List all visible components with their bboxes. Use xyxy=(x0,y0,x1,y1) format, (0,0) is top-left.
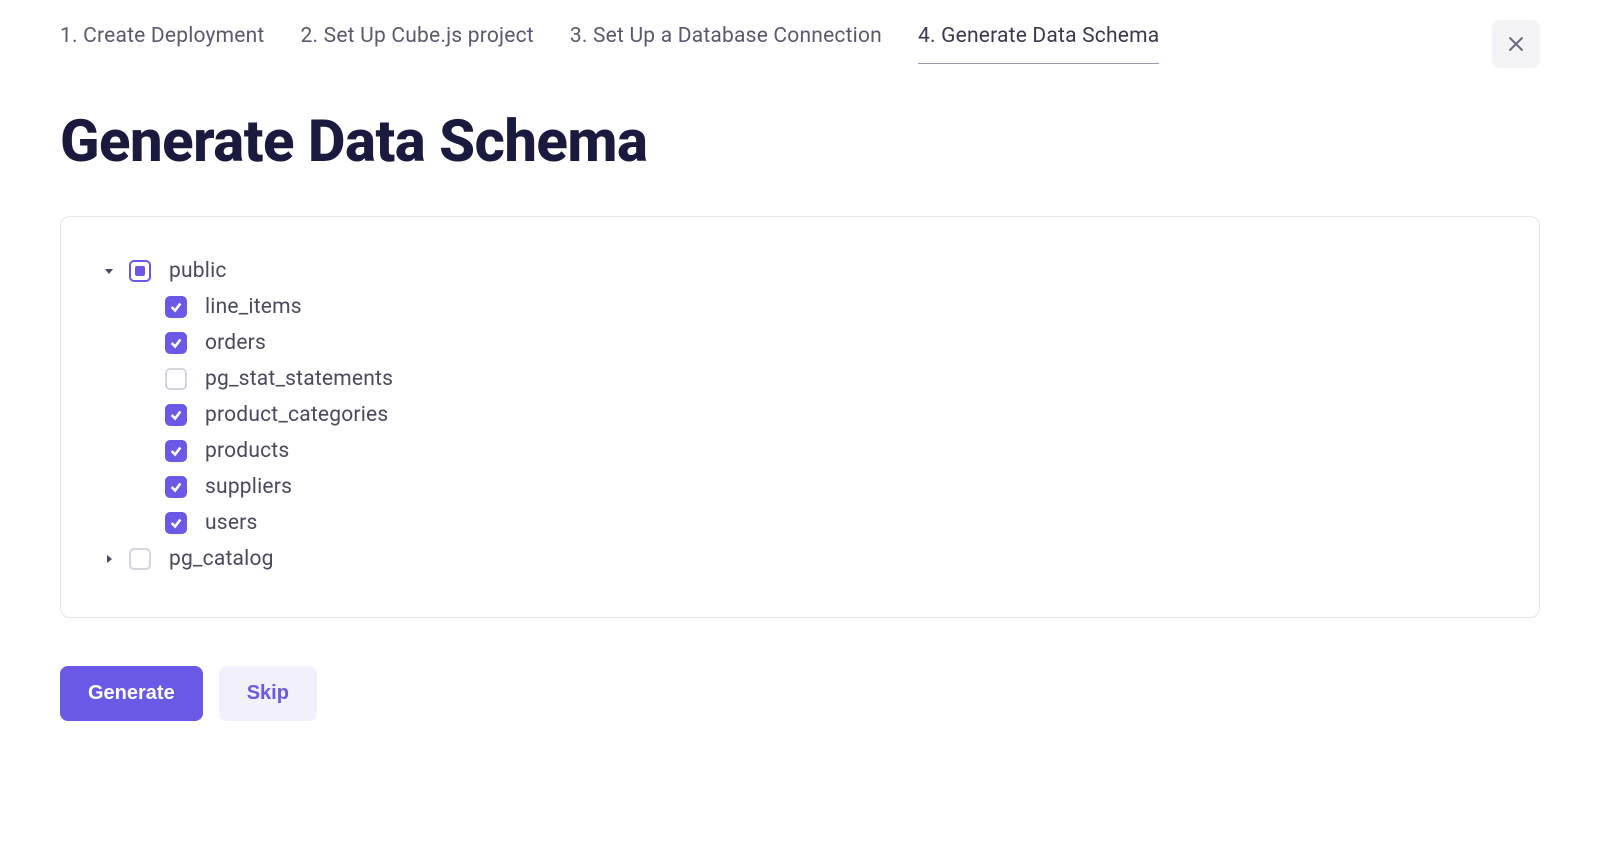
caret-down-icon[interactable] xyxy=(101,263,117,279)
checkbox-schema-public[interactable] xyxy=(129,260,151,282)
table-row-products[interactable]: products xyxy=(101,433,1499,469)
close-icon xyxy=(1507,35,1525,53)
check-icon xyxy=(169,444,183,458)
check-icon xyxy=(169,300,183,314)
table-row-suppliers[interactable]: suppliers xyxy=(101,469,1499,505)
check-icon xyxy=(169,408,183,422)
table-row-orders[interactable]: orders xyxy=(101,325,1499,361)
step-setup-cubejs[interactable]: 2. Set Up Cube.js project xyxy=(301,24,534,64)
schema-row-pg-catalog[interactable]: pg_catalog xyxy=(101,541,1499,577)
table-label: users xyxy=(205,511,258,535)
page-title: Generate Data Schema xyxy=(60,108,1540,176)
table-row-pg-stat-statements[interactable]: pg_stat_statements xyxy=(101,361,1499,397)
indeterminate-mark-icon xyxy=(135,266,145,276)
step-create-deployment[interactable]: 1. Create Deployment xyxy=(60,24,265,64)
table-label: line_items xyxy=(205,295,302,319)
checkbox-table-users[interactable] xyxy=(165,512,187,534)
wizard-steps: 1. Create Deployment 2. Set Up Cube.js p… xyxy=(60,24,1159,64)
action-bar: Generate Skip xyxy=(60,666,1540,721)
schema-label: pg_catalog xyxy=(169,547,274,571)
checkbox-table-products[interactable] xyxy=(165,440,187,462)
table-label: orders xyxy=(205,331,266,355)
check-icon xyxy=(169,516,183,530)
schema-tree-panel: public line_items orders pg_stat_stateme… xyxy=(60,216,1540,618)
checkbox-table-line-items[interactable] xyxy=(165,296,187,318)
table-row-product-categories[interactable]: product_categories xyxy=(101,397,1499,433)
schema-label: public xyxy=(169,259,227,283)
table-label: suppliers xyxy=(205,475,292,499)
checkbox-table-suppliers[interactable] xyxy=(165,476,187,498)
checkbox-table-orders[interactable] xyxy=(165,332,187,354)
step-setup-database[interactable]: 3. Set Up a Database Connection xyxy=(570,24,882,64)
table-row-users[interactable]: users xyxy=(101,505,1499,541)
close-button[interactable] xyxy=(1492,20,1540,68)
table-row-line-items[interactable]: line_items xyxy=(101,289,1499,325)
table-label: pg_stat_statements xyxy=(205,367,393,391)
skip-button[interactable]: Skip xyxy=(219,666,317,721)
generate-button[interactable]: Generate xyxy=(60,666,203,721)
check-icon xyxy=(169,336,183,350)
wizard-topbar: 1. Create Deployment 2. Set Up Cube.js p… xyxy=(60,20,1540,68)
checkbox-table-product-categories[interactable] xyxy=(165,404,187,426)
step-generate-schema[interactable]: 4. Generate Data Schema xyxy=(918,24,1159,64)
schema-row-public[interactable]: public xyxy=(101,253,1499,289)
check-icon xyxy=(169,480,183,494)
table-label: product_categories xyxy=(205,403,388,427)
caret-right-icon[interactable] xyxy=(101,551,117,567)
table-label: products xyxy=(205,439,289,463)
checkbox-schema-pg-catalog[interactable] xyxy=(129,548,151,570)
checkbox-table-pg-stat-statements[interactable] xyxy=(165,368,187,390)
